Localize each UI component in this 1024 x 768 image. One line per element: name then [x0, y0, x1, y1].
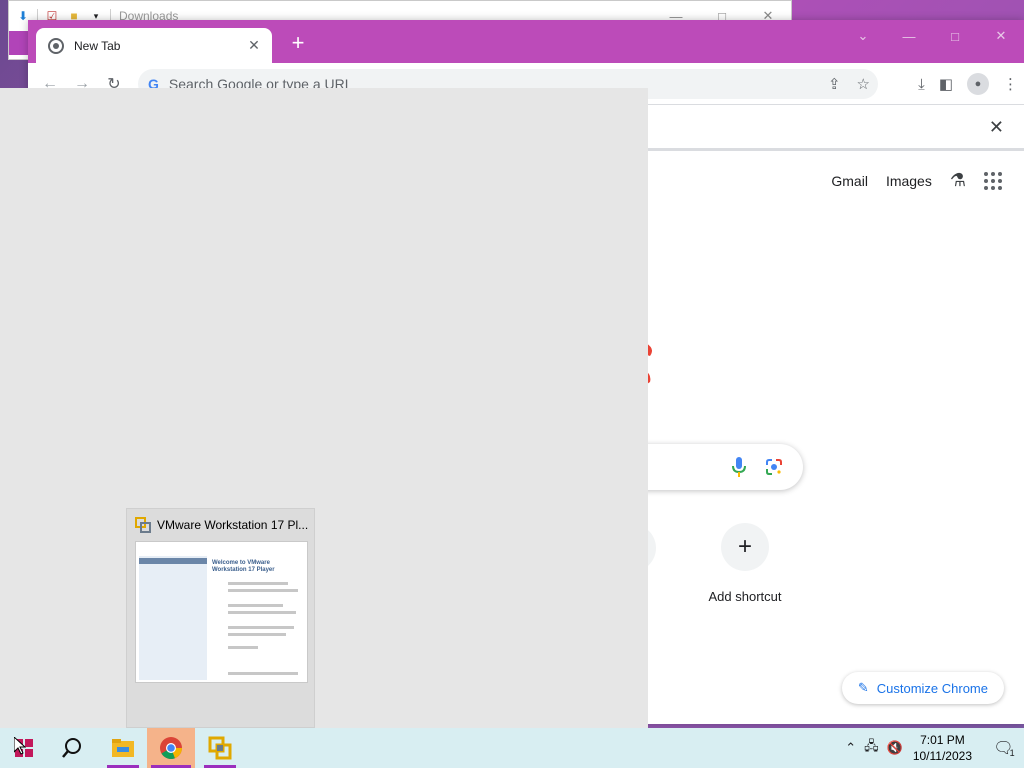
preview-selected-item	[139, 558, 207, 564]
taskbar-clock[interactable]: 7:01 PM 10/11/2023	[913, 732, 972, 764]
bookmark-star-icon[interactable]: ☆	[857, 75, 870, 93]
preview-text-line	[228, 604, 283, 607]
tab-new-tab[interactable]: New Tab ✕	[36, 28, 272, 63]
taskbar-vmware[interactable]	[200, 728, 240, 768]
menu-icon[interactable]: ⋮	[1003, 75, 1018, 93]
close-icon[interactable]: ✕	[989, 117, 1004, 138]
taskbar-chrome[interactable]	[147, 728, 195, 768]
google-lens-icon[interactable]	[765, 458, 783, 476]
network-icon[interactable]: 🖧	[864, 737, 879, 759]
labs-flask-icon[interactable]: ⚗	[950, 170, 966, 191]
new-tab-button[interactable]: +	[286, 32, 310, 56]
toolbar-actions: ⤓ ◧ ● ⋮	[918, 63, 1018, 105]
share-icon[interactable]: ⇪	[828, 75, 841, 93]
taskbar-thumbnail[interactable]: VMware Workstation 17 Pl... Welcome to V…	[126, 508, 315, 728]
thumbnail-title: VMware Workstation 17 Pl...	[157, 518, 309, 532]
mouse-cursor-icon	[14, 737, 26, 755]
plus-icon: +	[721, 523, 769, 571]
preview-text-line	[228, 626, 294, 629]
images-link[interactable]: Images	[886, 173, 932, 189]
preview-text-line	[228, 611, 296, 614]
add-shortcut-button[interactable]: + Add shortcut	[700, 523, 790, 604]
clock-date: 10/11/2023	[912, 749, 972, 763]
search-icon	[62, 738, 81, 758]
thumbnail-title-row: VMware Workstation 17 Pl...	[127, 509, 314, 533]
vmware-icon	[135, 517, 151, 533]
ntp-header-links: Gmail Images ⚗	[831, 170, 1002, 191]
thumbnail-preview: Welcome to VMware Workstation 17 Player	[135, 541, 308, 683]
notification-count: 1	[1009, 748, 1015, 758]
tab-close-icon[interactable]: ✕	[246, 37, 262, 54]
close-icon[interactable]: ✕	[978, 20, 1024, 52]
chrome-favicon-icon	[48, 37, 64, 54]
chrome-icon	[160, 737, 182, 759]
clock-time: 7:01 PM	[920, 733, 965, 747]
preview-text-line	[228, 582, 288, 585]
taskbar: ⌃ 🖧 🔇 7:01 PM 10/11/2023 🗨 1	[0, 728, 1024, 768]
minimize-icon[interactable]: —	[886, 20, 932, 52]
tab-search-icon[interactable]: ⌄	[840, 20, 886, 52]
tray-icons: ⌃ 🖧 🔇	[845, 737, 903, 759]
omnibox-actions: ⇪ ☆	[828, 69, 870, 99]
preview-text-line	[228, 646, 258, 649]
side-panel-icon[interactable]: ◧	[939, 75, 953, 93]
customize-chrome-button[interactable]: ✎ Customize Chrome	[841, 672, 1004, 704]
volume-muted-icon[interactable]: 🔇	[887, 740, 903, 756]
gmail-link[interactable]: Gmail	[831, 173, 868, 189]
preview-text-line	[228, 633, 286, 636]
preview-sidebar	[139, 556, 207, 680]
system-tray: ⌃ 🖧 🔇 7:01 PM 10/11/2023 🗨 1	[845, 728, 1024, 768]
folder-icon	[112, 739, 134, 757]
maximize-icon[interactable]: □	[932, 20, 978, 52]
tab-title: New Tab	[74, 38, 121, 53]
google-apps-icon[interactable]	[984, 171, 1002, 190]
chrome-window-controls: ⌄ — □ ✕	[840, 20, 1024, 52]
taskbar-peek-overlay	[0, 88, 648, 728]
preview-heading: Welcome to VMware Workstation 17 Player	[212, 560, 275, 573]
tab-strip: New Tab ✕ + ⌄ — □ ✕	[28, 20, 1024, 63]
customize-chrome-label: Customize Chrome	[876, 680, 988, 696]
pencil-icon: ✎	[857, 680, 869, 695]
taskbar-file-explorer[interactable]	[103, 728, 143, 768]
profile-avatar-icon[interactable]: ●	[967, 73, 989, 95]
taskbar-search-button[interactable]	[52, 728, 92, 768]
preview-text-line	[228, 589, 298, 592]
add-shortcut-label: Add shortcut	[708, 589, 782, 604]
downloads-icon[interactable]: ⤓	[918, 76, 925, 93]
voice-search-icon[interactable]	[731, 456, 747, 478]
preview-text-line	[228, 672, 298, 675]
notification-center-button[interactable]: 🗨 1	[984, 728, 1024, 768]
chevron-up-icon[interactable]: ⌃	[845, 740, 856, 756]
vmware-icon	[208, 736, 232, 760]
